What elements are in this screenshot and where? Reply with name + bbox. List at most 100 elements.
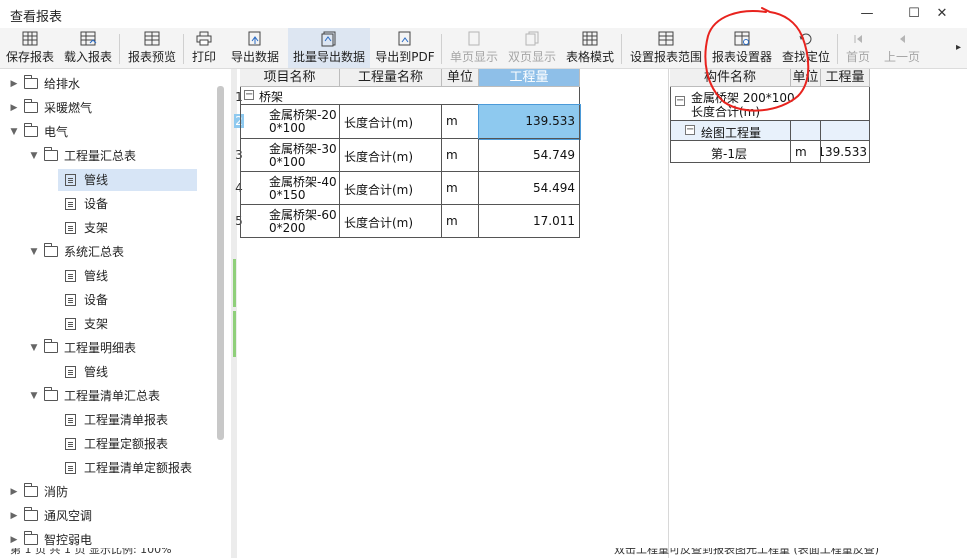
table-mode-label: 表格模式 bbox=[565, 50, 614, 64]
tree-node-label: 设备 bbox=[84, 293, 109, 307]
export-data-button[interactable]: 导出数据 bbox=[226, 28, 284, 68]
tree-node-quota-report[interactable]: 工程量定额报表 bbox=[0, 433, 229, 455]
tree-node-bracket[interactable]: 支架 bbox=[0, 313, 229, 335]
table-cell-quantity[interactable]: 54.749 bbox=[479, 139, 580, 172]
save-report-icon bbox=[21, 31, 39, 47]
panel-splitter[interactable] bbox=[231, 69, 237, 558]
unit-text: m bbox=[446, 214, 458, 228]
tree-node-pipeline-selected[interactable]: 管线 bbox=[0, 169, 229, 191]
table-cell-unit[interactable]: m bbox=[442, 205, 479, 238]
collapse-arrow-icon[interactable]: ▼ bbox=[28, 145, 40, 167]
column-header-unit[interactable]: 单位 bbox=[442, 69, 479, 87]
preview-button[interactable]: 报表预览 bbox=[124, 28, 180, 68]
collapse-arrow-icon[interactable]: ▼ bbox=[8, 121, 20, 143]
preview-icon bbox=[143, 31, 161, 47]
column-header-quantity[interactable]: 工程量 bbox=[479, 69, 580, 87]
tree-node-label: 工程量清单汇总表 bbox=[64, 389, 161, 403]
load-report-button[interactable]: 载入报表 bbox=[60, 28, 116, 68]
print-button[interactable]: 打印 bbox=[186, 28, 222, 68]
quantity-name-text: 长度合计(m) bbox=[344, 183, 414, 197]
unit-text: m bbox=[446, 181, 458, 195]
expand-arrow-icon[interactable]: ▶ bbox=[8, 97, 20, 119]
tree-node-fire[interactable]: ▶ 消防 bbox=[0, 481, 229, 503]
report-doc-icon bbox=[65, 198, 76, 210]
table-mode-button[interactable]: 表格模式 bbox=[562, 28, 618, 68]
table-cell-quantity-name[interactable]: 长度合计(m) bbox=[340, 205, 442, 238]
tree-node-equipment[interactable]: 设备 bbox=[0, 289, 229, 311]
collapse-toggle-icon[interactable]: − bbox=[244, 90, 254, 100]
prev-page-button[interactable]: 上一页 bbox=[878, 28, 926, 68]
expand-arrow-icon[interactable]: ▶ bbox=[8, 73, 20, 95]
expand-arrow-icon[interactable]: ▶ bbox=[8, 481, 20, 503]
toolbar-more-arrow[interactable]: ▸ bbox=[956, 42, 961, 53]
collapse-toggle-icon[interactable]: − bbox=[685, 125, 695, 135]
column-header-quantity-name[interactable]: 工程量名称 bbox=[340, 69, 442, 87]
detail-subgroup-unit[interactable] bbox=[791, 121, 821, 141]
detail-floor-quantity[interactable]: 139.533 bbox=[821, 141, 870, 163]
tree-node-pipeline[interactable]: 管线 bbox=[0, 361, 229, 383]
table-cell-quantity-name[interactable]: 长度合计(m) bbox=[340, 172, 442, 205]
tree-node-label: 通风空调 bbox=[44, 509, 93, 523]
table-cell-item-name[interactable]: 金属桥架-30 0*100 bbox=[240, 139, 340, 172]
tree-node-quantity-detail[interactable]: ▼ 工程量明细表 bbox=[0, 337, 229, 359]
table-cell-item-name[interactable]: 金属桥架-40 0*150 bbox=[240, 172, 340, 205]
detail-floor-name: 第-1层 bbox=[711, 147, 747, 161]
tree-node-bracket[interactable]: 支架 bbox=[0, 217, 229, 239]
tree-node-drainage[interactable]: ▶ 给排水 bbox=[0, 73, 229, 95]
group-row[interactable]: − 桥架 bbox=[240, 87, 580, 105]
minimize-button[interactable]: — bbox=[856, 4, 878, 24]
detail-subgroup-row[interactable]: − 绘图工程量 bbox=[670, 121, 791, 141]
collapse-arrow-icon[interactable]: ▼ bbox=[28, 241, 40, 263]
tree-node-equipment[interactable]: 设备 bbox=[0, 193, 229, 215]
tree-node-system-summary[interactable]: ▼ 系统汇总表 bbox=[0, 241, 229, 263]
tree-node-quantity-summary[interactable]: ▼ 工程量汇总表 bbox=[0, 145, 229, 167]
detail-item-row[interactable]: − 金属桥架 200*100 长度合计(m) bbox=[670, 87, 870, 121]
tree-node-hvac[interactable]: ▶ 通风空调 bbox=[0, 505, 229, 527]
report-range-button[interactable]: 设置报表范围 bbox=[626, 28, 706, 68]
tree-node-heating-gas[interactable]: ▶ 采暖燃气 bbox=[0, 97, 229, 119]
find-locate-button[interactable]: 查找定位 bbox=[778, 28, 834, 68]
first-page-button[interactable]: 首页 bbox=[840, 28, 876, 68]
table-cell-quantity-name[interactable]: 长度合计(m) bbox=[340, 105, 442, 139]
column-header-item-name[interactable]: 项目名称 bbox=[240, 69, 340, 87]
quantity-value: 17.011 bbox=[533, 214, 575, 228]
collapse-toggle-icon[interactable]: − bbox=[675, 96, 685, 106]
detail-floor-unit[interactable]: m bbox=[791, 141, 821, 163]
report-settings-button[interactable]: 报表设置器 bbox=[708, 28, 776, 68]
detail-floor-row[interactable]: 第-1层 bbox=[670, 141, 791, 163]
report-range-label: 设置报表范围 bbox=[629, 50, 702, 64]
table-cell-quantity-name[interactable]: 长度合计(m) bbox=[340, 139, 442, 172]
table-cell-quantity[interactable]: 54.494 bbox=[479, 172, 580, 205]
expand-arrow-icon[interactable]: ▶ bbox=[8, 505, 20, 527]
table-cell-unit[interactable]: m bbox=[442, 139, 479, 172]
export-pdf-button[interactable]: 导出到PDF bbox=[372, 28, 438, 68]
table-cell-quantity[interactable]: 17.011 bbox=[479, 205, 580, 238]
batch-export-button[interactable]: 批量导出数据 bbox=[288, 28, 370, 68]
table-cell-unit[interactable]: m bbox=[442, 172, 479, 205]
close-button[interactable]: ✕ bbox=[931, 4, 953, 24]
collapse-arrow-icon[interactable]: ▼ bbox=[28, 337, 40, 359]
table-cell-item-name[interactable]: 金属桥架-60 0*200 bbox=[240, 205, 340, 238]
tree-node-bill-summary[interactable]: ▼ 工程量清单汇总表 bbox=[0, 385, 229, 407]
column-header-unit[interactable]: 单位 bbox=[791, 69, 821, 87]
tree-node-pipeline[interactable]: 管线 bbox=[0, 265, 229, 287]
table-cell-quantity-selected[interactable]: 139.533 bbox=[478, 104, 581, 140]
quantity-value: 139.533 bbox=[821, 145, 867, 159]
detail-panel-divider[interactable] bbox=[668, 69, 669, 558]
first-page-label: 首页 bbox=[845, 50, 870, 64]
tree-scrollbar[interactable] bbox=[217, 86, 224, 440]
table-cell-item-name[interactable]: 金属桥架-20 0*100 bbox=[240, 105, 340, 139]
table-cell-unit[interactable]: m bbox=[442, 105, 479, 139]
column-header-component-name[interactable]: 构件名称 bbox=[670, 69, 791, 87]
tree-node-bill-quota-report[interactable]: 工程量清单定额报表 bbox=[0, 457, 229, 479]
double-page-button[interactable]: 双页显示 bbox=[504, 28, 560, 68]
tree-node-electrical[interactable]: ▼ 电气 bbox=[0, 121, 229, 143]
detail-subgroup-quantity[interactable] bbox=[821, 121, 870, 141]
single-page-button[interactable]: 单页显示 bbox=[446, 28, 502, 68]
column-header-quantity[interactable]: 工程量 bbox=[821, 69, 870, 87]
toolbar-separator bbox=[837, 34, 838, 64]
maximize-button[interactable]: ☐ bbox=[903, 4, 925, 24]
save-report-button[interactable]: 保存报表 bbox=[2, 28, 58, 68]
tree-node-bill-report[interactable]: 工程量清单报表 bbox=[0, 409, 229, 431]
collapse-arrow-icon[interactable]: ▼ bbox=[28, 385, 40, 407]
